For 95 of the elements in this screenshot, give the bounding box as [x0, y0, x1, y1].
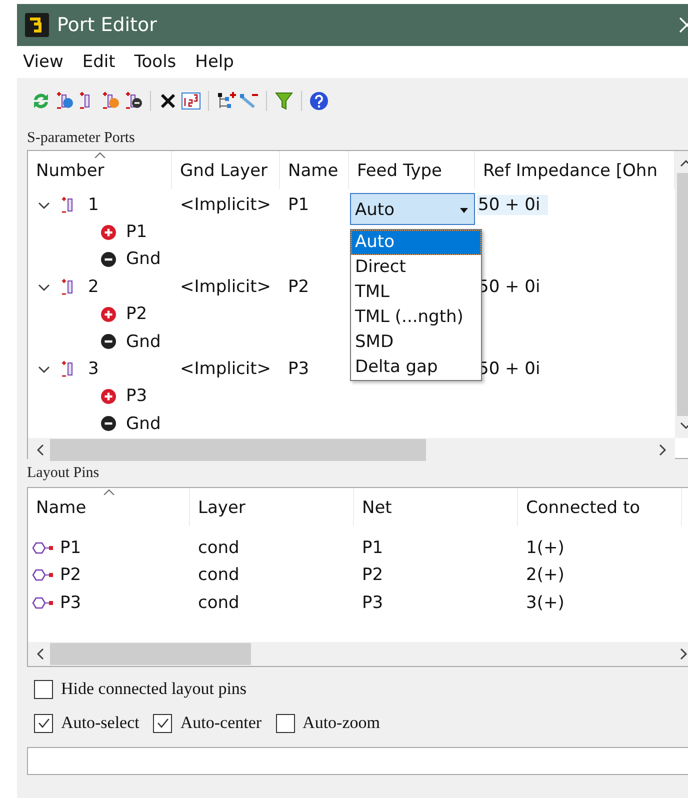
port-number: 2: [88, 276, 99, 297]
port-icon[interactable]: [123, 91, 143, 111]
table-cell: cond: [198, 592, 240, 613]
table-cell: <Implicit>: [180, 276, 272, 297]
table-cell: P3: [362, 592, 384, 613]
column-header[interactable]: Net: [354, 488, 518, 526]
port-number: 3: [88, 359, 99, 380]
plus-circle-icon: [101, 388, 116, 404]
tree-item[interactable]: P2: [126, 304, 148, 324]
numbering-icon[interactable]: [181, 91, 201, 111]
port-icon[interactable]: [100, 91, 120, 111]
table-cell: cond: [198, 538, 240, 558]
horizontal-scrollbar[interactable]: [28, 438, 675, 462]
window-title: Port Editor: [57, 14, 158, 36]
dropdown-option[interactable]: Auto: [351, 230, 481, 255]
dropdown-option[interactable]: Delta gap: [351, 355, 481, 380]
column-header[interactable]: Layer: [190, 488, 354, 526]
port-icon[interactable]: [54, 91, 74, 111]
scroll-right-icon[interactable]: [659, 444, 667, 456]
pin-icon: [32, 569, 54, 582]
tree-item[interactable]: P1: [126, 222, 148, 242]
checkmark-icon: [36, 716, 50, 730]
delete-icon[interactable]: [158, 91, 178, 111]
caret-icon: [460, 208, 468, 213]
checkbox-label: Auto-select: [61, 713, 140, 733]
dropdown-option[interactable]: TML (...ngth): [351, 305, 481, 330]
dropdown-option[interactable]: TML: [351, 280, 481, 305]
table-cell: 2(+): [526, 565, 564, 586]
port-number: 1: [88, 194, 99, 215]
minus-circle-icon: [101, 416, 116, 432]
table-cell: P1: [288, 194, 310, 215]
table-cell: 50 + 0i: [477, 194, 548, 215]
checkbox[interactable]: [34, 680, 53, 698]
filter-icon[interactable]: [274, 91, 294, 111]
horizontal-scrollbar[interactable]: [28, 642, 688, 666]
table-cell: P1: [60, 538, 82, 558]
checkmark-icon: [156, 716, 170, 730]
checkbox[interactable]: [34, 714, 53, 732]
minus-circle-icon: [101, 252, 116, 267]
feed-type-dropdown[interactable]: Auto: [350, 192, 475, 225]
scroll-up-icon[interactable]: [680, 159, 688, 167]
dropdown-value: Auto: [355, 200, 394, 220]
column-header[interactable]: Feed Type: [349, 151, 475, 189]
scroll-left-icon[interactable]: [36, 444, 44, 456]
table-cell: P2: [362, 565, 384, 586]
table-cell: P3: [60, 592, 82, 613]
help-icon[interactable]: [309, 91, 329, 111]
app-logo-icon: [25, 13, 49, 37]
checkbox-label: Auto-center: [180, 713, 262, 733]
plus-circle-icon: [101, 306, 116, 322]
column-header[interactable]: Name: [28, 488, 190, 526]
section-label: S-parameter Ports: [27, 130, 136, 148]
checkbox[interactable]: [153, 714, 172, 732]
minus-circle-icon: [101, 334, 116, 350]
table-cell: cond: [198, 565, 240, 586]
column-header[interactable]: Gnd Layer: [172, 151, 280, 189]
tree-item[interactable]: Gnd: [126, 249, 161, 270]
table-cell: <Implicit>: [180, 359, 272, 380]
table-cell: P2: [288, 276, 310, 297]
pin-icon: [32, 542, 54, 554]
pin-icon: [32, 596, 54, 609]
table-cell: P2: [60, 565, 82, 586]
table-cell: 1(+): [526, 538, 564, 558]
checkbox-label: Hide connected layout pins: [61, 679, 247, 699]
column-header[interactable]: Connected to: [518, 488, 682, 526]
dropdown-option[interactable]: SMD: [351, 330, 481, 355]
scroll-left-icon[interactable]: [36, 648, 44, 660]
scrollbar-thumb[interactable]: [50, 438, 426, 461]
sort-ascending-icon: [94, 152, 106, 158]
column-header[interactable]: Name: [280, 151, 349, 189]
table-cell: 3(+): [526, 592, 564, 613]
tree-item[interactable]: Gnd: [126, 414, 161, 434]
tree-add-icon[interactable]: [216, 91, 236, 111]
tree-remove-icon[interactable]: [239, 91, 259, 111]
menu-item[interactable]: Edit: [82, 52, 116, 72]
sort-ascending-icon: [102, 489, 114, 495]
refresh-icon[interactable]: [31, 91, 51, 111]
input-field[interactable]: [27, 747, 688, 775]
table-cell: P3: [288, 359, 310, 380]
menu-item[interactable]: Help: [195, 52, 234, 72]
checkbox[interactable]: [276, 714, 295, 732]
menu-item[interactable]: Tools: [134, 52, 176, 72]
tree-item[interactable]: Gnd: [126, 332, 161, 352]
plus-circle-icon: [101, 224, 116, 240]
checkbox-label: Auto-zoom: [302, 713, 380, 733]
column-header[interactable]: Number: [28, 151, 172, 189]
section-label: Layout Pins: [27, 465, 100, 483]
scroll-right-icon[interactable]: [680, 648, 688, 660]
tree-item[interactable]: P3: [126, 386, 148, 406]
menu-item[interactable]: View: [23, 52, 64, 72]
dropdown-option[interactable]: Direct: [351, 255, 481, 280]
table-cell: <Implicit>: [180, 194, 272, 215]
table-cell: P1: [362, 538, 384, 558]
scroll-down-icon[interactable]: [680, 422, 688, 430]
scrollbar-thumb[interactable]: [50, 643, 251, 665]
